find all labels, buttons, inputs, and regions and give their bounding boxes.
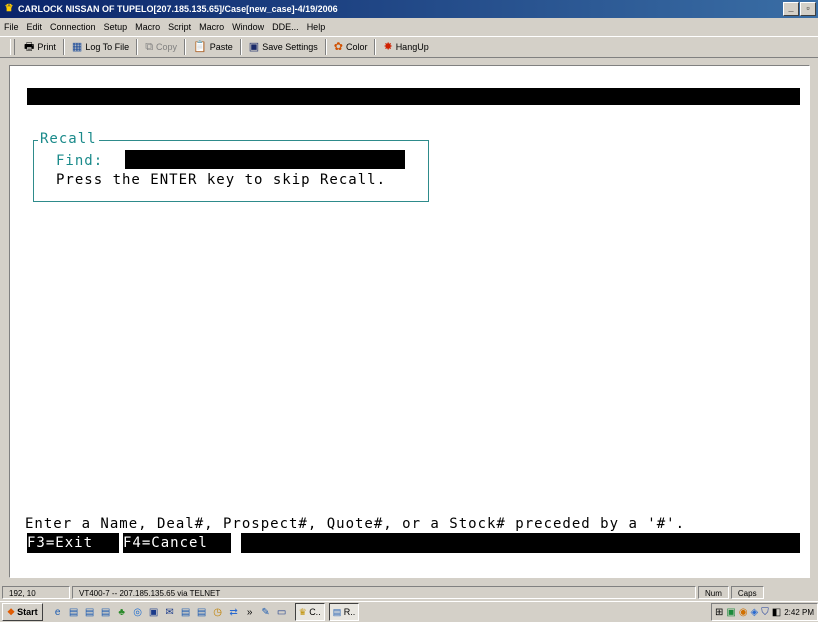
menu-setup[interactable]: Setup: [100, 22, 132, 32]
toolbar-separator: [374, 39, 377, 55]
quick-launch: e ▤ ▤ ▤ ♣ ◎ ▣ ✉ ▤ ▤ ◷ ⇄ » ✎ ▭: [51, 607, 291, 618]
shield-icon[interactable]: ⛉: [761, 607, 769, 618]
printer-icon: 🖶: [24, 41, 35, 53]
recall-box-title: Recall: [38, 131, 99, 148]
volume-icon[interactable]: ◧: [772, 607, 781, 618]
screen-header-left: CNB-FI FI: [35, 105, 120, 121]
menu-bar: File Edit Connection Setup Macro Script …: [0, 18, 818, 35]
caps-lock-indicator: Caps: [730, 586, 764, 599]
save-settings-button[interactable]: ▣ Save Settings: [244, 38, 323, 56]
toolbar-separator: [184, 39, 187, 55]
toolbar-separator: [62, 39, 65, 55]
f3-exit-key[interactable]: F3=Exit: [27, 533, 119, 553]
network-icon[interactable]: ⊞: [715, 607, 723, 618]
copy-button[interactable]: ⧉ Copy: [140, 38, 182, 56]
toolbar-separator: [239, 39, 242, 55]
title-bar: ♛ CARLOCK NISSAN OF TUPELO[207.185.135.6…: [0, 0, 818, 18]
hangup-button[interactable]: ✸ HangUp: [378, 38, 433, 56]
skip-recall-message: Press the ENTER key to skip Recall.: [56, 172, 387, 188]
find-input[interactable]: [125, 150, 405, 169]
toolbar-separator: [136, 39, 139, 55]
paste-button[interactable]: 📋 Paste: [188, 38, 238, 56]
prompt-message: Enter a Name, Deal#, Prospect#, Quote#, …: [25, 516, 686, 532]
start-button[interactable]: ❖ Start: [2, 603, 43, 621]
log-icon: ▦: [71, 41, 83, 53]
hat-icon: ♛: [298, 607, 307, 617]
ie-icon[interactable]: e: [51, 607, 65, 618]
cursor-position: 192, 10: [2, 586, 70, 599]
clock-icon[interactable]: ◷: [211, 607, 225, 618]
toolbar: 🖶 Print ▦ Log To File ⧉ Copy 📋 Paste ▣ Save S…: [0, 36, 818, 58]
screen-title: Recall Deal: [357, 122, 461, 138]
num-lock-indicator: Num: [698, 586, 729, 599]
pen-icon[interactable]: ✎: [259, 607, 273, 618]
document-icon[interactable]: ▤: [83, 607, 97, 618]
mail-icon[interactable]: ✉: [163, 607, 177, 618]
document-icon[interactable]: ▤: [99, 607, 113, 618]
hat-icon: ♛: [4, 3, 14, 14]
menu-macro[interactable]: Macro: [131, 22, 164, 32]
menu-script[interactable]: Script: [164, 22, 195, 32]
clock: 2:42 PM: [784, 607, 814, 617]
window-title: CARLOCK NISSAN OF TUPELO[207.185.135.65]…: [18, 4, 338, 14]
monitor-icon[interactable]: ▭: [275, 607, 289, 618]
connection-status: VT400-7 -- 207.185.135.65 via TELNET: [72, 586, 696, 599]
menu-window[interactable]: Window: [228, 22, 268, 32]
windows-logo-icon: ❖: [7, 606, 16, 617]
antivirus-icon[interactable]: ▣: [726, 607, 735, 618]
network-icon[interactable]: ⇄: [227, 607, 241, 618]
globe-icon[interactable]: ◎: [131, 607, 145, 618]
function-key-bar: F3=Exit F4=Cancel: [27, 533, 800, 553]
document-icon[interactable]: ▤: [195, 607, 209, 618]
screen-header: CNB-FI FI Recall Deal csr 6054: [27, 88, 800, 155]
system-tray: ⊞ ▣ ◉ ◈ ⛉ ◧ 2:42 PM: [710, 603, 818, 621]
taskbar-item-terminal[interactable]: ♛ C..: [294, 603, 325, 621]
minimize-button[interactable]: _: [783, 2, 799, 16]
menu-connection[interactable]: Connection: [46, 22, 100, 32]
window-icon[interactable]: ▣: [147, 607, 161, 618]
copy-icon: ⧉: [145, 41, 154, 53]
restore-button[interactable]: ▫: [800, 2, 816, 16]
tray-app-icon[interactable]: ◉: [739, 607, 748, 618]
terminal-screen[interactable]: CNB-FI FI Recall Deal csr 6054 Recall Fi…: [9, 65, 810, 578]
hangup-icon: ✸: [383, 41, 393, 53]
document-icon[interactable]: ▤: [179, 607, 193, 618]
log-to-file-button[interactable]: ▦ Log To File: [67, 38, 134, 56]
menu-help[interactable]: Help: [303, 22, 330, 32]
floppy-icon: ▣: [248, 41, 260, 53]
menu-file[interactable]: File: [0, 22, 23, 32]
status-bar: 192, 10 VT400-7 -- 207.185.135.65 via TE…: [0, 584, 818, 601]
document-icon[interactable]: ▤: [67, 607, 81, 618]
document-icon: ▤: [332, 607, 342, 617]
menu-edit[interactable]: Edit: [23, 22, 47, 32]
taskbar: ❖ Start e ▤ ▤ ▤ ♣ ◎ ▣ ✉ ▤ ▤ ◷ ⇄ » ✎ ▭ ♛ C…: [0, 601, 818, 622]
toolbar-separator: [324, 39, 327, 55]
find-label: Find:: [56, 153, 104, 169]
paste-icon: 📋: [193, 41, 207, 53]
chevron-right-icon[interactable]: »: [243, 607, 257, 618]
menu-dde[interactable]: DDE...: [268, 22, 303, 32]
tray-app-icon[interactable]: ◈: [751, 607, 759, 618]
app-icon[interactable]: ♣: [115, 607, 129, 618]
print-button[interactable]: 🖶 Print: [19, 38, 61, 56]
menu-macro-2[interactable]: Macro: [195, 22, 228, 32]
function-key-filler: [241, 533, 800, 553]
palette-icon: ✿: [333, 41, 343, 53]
color-button[interactable]: ✿ Color: [329, 38, 373, 56]
toolbar-grip[interactable]: [10, 39, 15, 55]
f4-cancel-key[interactable]: F4=Cancel: [123, 533, 231, 553]
screen-header-right: csr 6054: [718, 139, 794, 155]
taskbar-item-document[interactable]: ▤ R..: [328, 603, 360, 621]
